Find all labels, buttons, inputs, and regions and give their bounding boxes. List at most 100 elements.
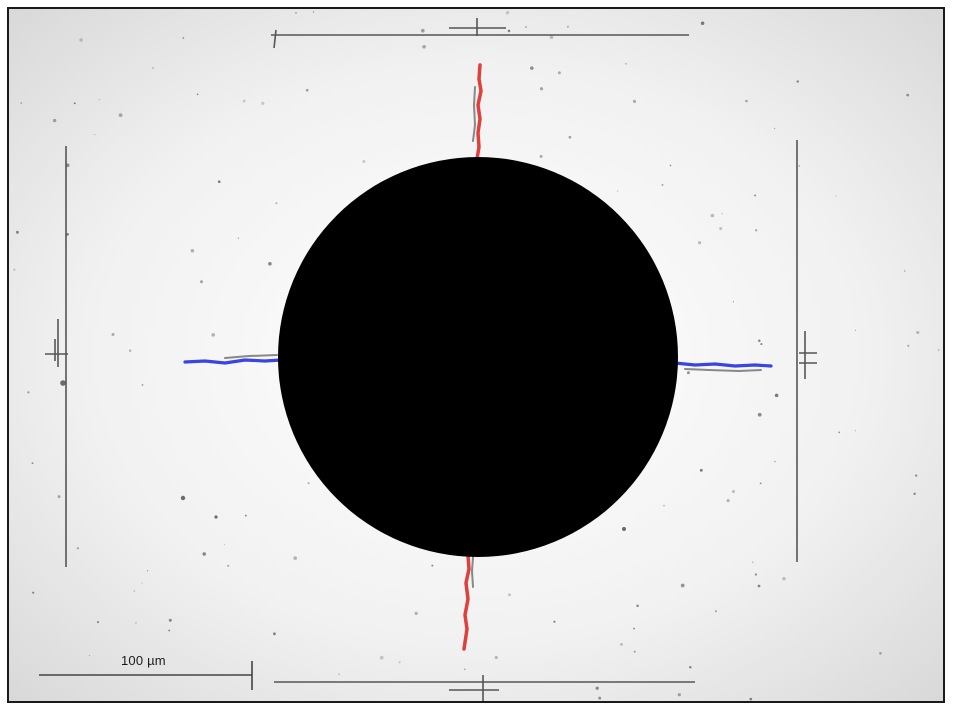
surface-speck: [754, 194, 757, 197]
surface-speck: [757, 584, 761, 588]
surface-speck: [632, 99, 637, 104]
surface-speck: [595, 686, 599, 690]
surface-speck: [307, 482, 310, 485]
surface-speck: [214, 515, 218, 519]
surface-speck: [362, 159, 366, 164]
surface-speck: [879, 651, 882, 655]
surface-speck: [275, 202, 278, 205]
surface-speck: [700, 21, 705, 26]
surface-speck: [32, 591, 35, 594]
surface-speck: [60, 380, 66, 386]
surface-speck: [190, 248, 195, 253]
surface-speck: [749, 697, 753, 701]
surface-speck: [854, 329, 857, 331]
surface-speck: [731, 490, 735, 493]
surface-speck: [505, 11, 510, 15]
surface-speck: [338, 673, 341, 676]
surface-speck: [710, 213, 715, 218]
surface-speck: [907, 344, 910, 347]
surface-speck: [134, 621, 137, 624]
surface-speck: [754, 573, 758, 576]
surface-speck: [27, 391, 30, 394]
surface-speck: [835, 195, 837, 197]
crack-top: [475, 63, 483, 161]
surface-speck: [507, 29, 511, 33]
surface-speck: [312, 11, 315, 13]
surface-speck: [530, 66, 534, 70]
surface-speck: [182, 37, 185, 39]
surface-speck: [98, 98, 101, 101]
surface-speck: [774, 460, 776, 463]
surface-speck: [129, 349, 132, 352]
surface-speck: [79, 38, 83, 42]
surface-speck: [464, 668, 466, 671]
surface-speck: [76, 547, 80, 550]
surface-speck: [636, 604, 639, 608]
surface-speck: [52, 118, 57, 123]
surface-speck: [553, 620, 556, 623]
surface-speck: [663, 504, 665, 507]
surface-speck: [57, 495, 61, 499]
surface-speck: [625, 62, 627, 65]
surface-speck: [539, 154, 543, 158]
surface-speck: [261, 101, 265, 105]
surface-speck: [13, 268, 16, 271]
surface-speck: [20, 102, 23, 104]
surface-speck: [549, 35, 554, 40]
surface-speck: [568, 135, 572, 139]
surface-speck: [211, 333, 215, 337]
surface-speck: [854, 430, 856, 432]
surface-speck: [420, 28, 425, 33]
surface-speck: [773, 127, 776, 130]
surface-speck: [757, 412, 762, 417]
surface-speck: [398, 661, 401, 664]
surface-speck: [566, 25, 569, 28]
surface-speck: [422, 45, 426, 49]
surface-speck: [906, 93, 910, 97]
surface-speck: [633, 627, 636, 630]
surface-speck: [598, 696, 602, 700]
surface-speck: [755, 229, 758, 232]
surface-speck: [305, 88, 309, 92]
surface-speck: [431, 564, 434, 567]
surface-speck: [293, 556, 297, 560]
surface-speck: [616, 190, 619, 192]
surface-speck: [242, 99, 246, 103]
surface-speck: [227, 564, 230, 567]
surface-speck: [196, 93, 199, 96]
surface-speck: [507, 593, 511, 597]
surface-speck: [719, 227, 723, 231]
surface-speck: [782, 577, 786, 581]
surface-speck: [73, 102, 76, 105]
surface-speck: [838, 431, 841, 434]
surface-speck: [146, 570, 149, 572]
surface-speck: [633, 650, 636, 653]
surface-speck: [669, 164, 672, 167]
surface-speck: [217, 180, 221, 184]
surface-speck: [689, 665, 692, 669]
surface-speck: [758, 339, 761, 342]
surface-speck: [714, 610, 717, 613]
surface-speck: [557, 71, 561, 75]
surface-speck: [94, 133, 96, 136]
micrograph-frame: 100 µm: [7, 7, 945, 703]
surface-speck: [237, 237, 240, 239]
surface-speck: [620, 642, 623, 646]
surface-speck: [133, 590, 136, 592]
scale-bar-label: 100 µm: [121, 653, 166, 668]
crack-bottom-shadow: [471, 556, 474, 588]
surface-speck: [111, 332, 115, 337]
surface-speck: [97, 621, 99, 624]
surface-speck: [937, 349, 940, 351]
surface-speck: [759, 482, 762, 485]
surface-speck: [661, 183, 664, 186]
surface-speck: [699, 468, 703, 472]
surface-speck: [168, 618, 172, 622]
surface-speck: [494, 655, 498, 660]
surface-speck: [295, 12, 297, 14]
surface-speck: [903, 270, 906, 272]
surface-speck: [141, 582, 144, 584]
surface-speck: [199, 280, 204, 284]
surface-speck: [202, 552, 206, 556]
surface-speck: [680, 583, 685, 588]
